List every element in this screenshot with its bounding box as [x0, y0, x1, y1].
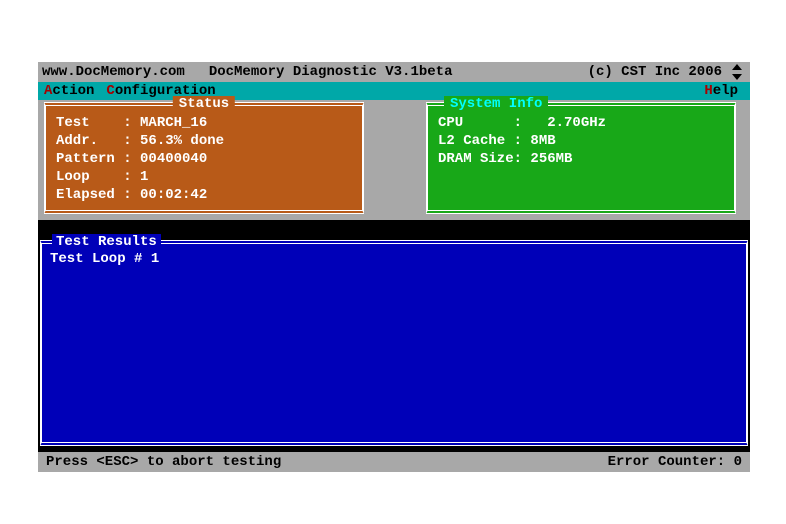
status-addr-value: 56.3% done: [140, 133, 224, 149]
sysinfo-l2-value: 8MB: [530, 133, 555, 149]
menu-help-label: elp: [713, 83, 738, 99]
status-test-label: Test :: [56, 115, 140, 131]
error-counter: Error Counter: 0: [608, 454, 742, 470]
sysinfo-legend: System Info: [444, 96, 548, 112]
sysinfo-panel: System Info CPU : 2.70GHz L2 Cache : 8MB…: [426, 102, 736, 214]
sysinfo-l2-row: L2 Cache : 8MB: [438, 132, 724, 150]
status-loop-label: Loop :: [56, 169, 140, 185]
results-container: Test Results Test Loop # 1: [38, 234, 750, 446]
menu-config-hotkey: C: [106, 83, 114, 99]
status-elapsed-value: 00:02:42: [140, 187, 207, 203]
menu-bar: Action Configuration Help: [38, 82, 750, 100]
status-test-row: Test : MARCH_16: [56, 114, 352, 132]
copyright: (c) CST Inc 2006: [588, 64, 722, 80]
vendor-url: www.DocMemory.com: [42, 64, 185, 80]
sysinfo-l2-label: L2 Cache :: [438, 133, 530, 149]
error-counter-label: Error Counter:: [608, 454, 734, 470]
status-elapsed-row: Elapsed : 00:02:42: [56, 186, 352, 204]
sysinfo-cpu-label: CPU :: [438, 115, 547, 131]
title-bar: www.DocMemory.com DocMemory Diagnostic V…: [38, 62, 750, 82]
sysinfo-cpu-row: CPU : 2.70GHz: [438, 114, 724, 132]
divider-strip: [38, 220, 750, 234]
footer-hint: Press <ESC> to abort testing: [46, 454, 281, 470]
results-line: Test Loop # 1: [50, 250, 738, 268]
status-pattern-label: Pattern :: [56, 151, 140, 167]
status-elapsed-label: Elapsed :: [56, 187, 140, 203]
sysinfo-dram-row: DRAM Size: 256MB: [438, 150, 724, 168]
status-loop-value: 1: [140, 169, 148, 185]
status-pattern-value: 00400040: [140, 151, 207, 167]
app-title: DocMemory Diagnostic V3.1beta: [209, 64, 453, 80]
menu-help-hotkey: H: [704, 83, 712, 99]
menu-help[interactable]: Help: [698, 83, 744, 99]
status-legend: Status: [173, 96, 235, 112]
results-panel: Test Results Test Loop # 1: [40, 240, 748, 446]
app-screen: www.DocMemory.com DocMemory Diagnostic V…: [38, 62, 750, 467]
sysinfo-dram-label: DRAM Size:: [438, 151, 530, 167]
footer-bar: Press <ESC> to abort testing Error Count…: [38, 452, 750, 472]
status-test-value: MARCH_16: [140, 115, 207, 131]
upper-panels: Status Test : MARCH_16 Addr. : 56.3% don…: [38, 100, 750, 220]
menu-action[interactable]: Action: [38, 83, 100, 99]
status-panel: Status Test : MARCH_16 Addr. : 56.3% don…: [44, 102, 364, 214]
sysinfo-dram-value: 256MB: [530, 151, 572, 167]
error-counter-value: 0: [734, 454, 742, 470]
results-legend: Test Results: [52, 234, 161, 250]
status-addr-row: Addr. : 56.3% done: [56, 132, 352, 150]
status-addr-label: Addr. :: [56, 133, 140, 149]
menu-action-label: ction: [52, 83, 94, 99]
status-loop-row: Loop : 1: [56, 168, 352, 186]
sysinfo-cpu-value: 2.70GHz: [547, 115, 606, 131]
scroll-arrows-icon[interactable]: [726, 62, 748, 82]
status-pattern-row: Pattern : 00400040: [56, 150, 352, 168]
